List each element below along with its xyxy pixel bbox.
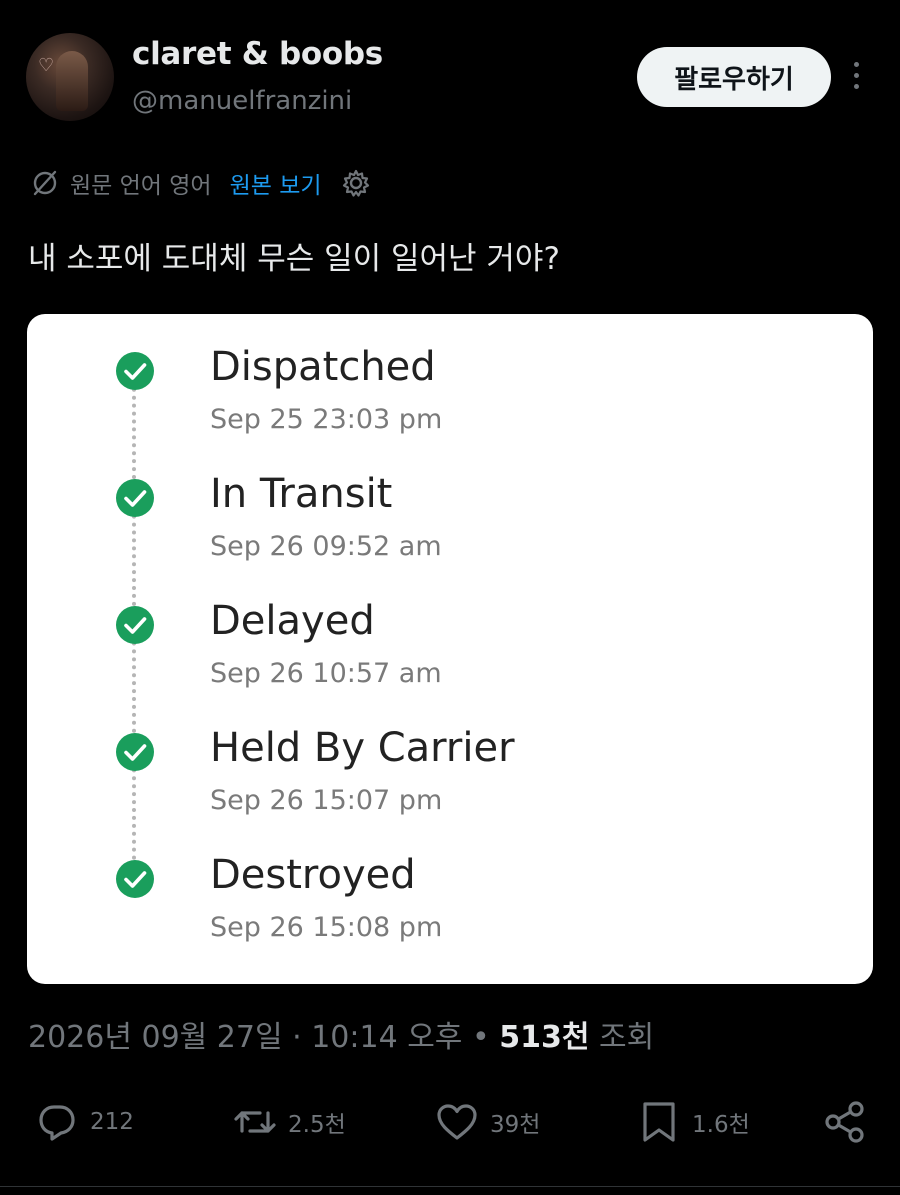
tracking-step: Dispatched Sep 25 23:03 pm	[27, 326, 873, 446]
views-label: 조회	[599, 1020, 655, 1055]
tweet-header: ♡ claret & boobs @manuelfranzini 팔로우하기	[0, 0, 900, 150]
translation-bar: 원문 언어 영어 원본 보기	[30, 163, 372, 203]
view-original-link[interactable]: 원본 보기	[230, 166, 322, 200]
meta-separator: •	[471, 1020, 490, 1055]
repost-count: 2.5천	[288, 1112, 346, 1138]
like-icon	[437, 1104, 477, 1140]
tweet-date[interactable]: 2026년 09월 27일	[28, 1020, 283, 1055]
repost-button[interactable]: 2.5천	[232, 1098, 346, 1146]
tracking-step: Delayed Sep 26 10:57 am	[27, 580, 873, 700]
share-icon	[825, 1101, 864, 1143]
step-status: Held By Carrier	[210, 725, 515, 771]
tweet-media-image[interactable]: Dispatched Sep 25 23:03 pm In Transit Se…	[27, 314, 873, 984]
bookmark-button[interactable]: 1.6천	[636, 1098, 750, 1146]
step-time: Sep 26 09:52 am	[210, 531, 442, 562]
reply-button[interactable]: 212	[34, 1098, 134, 1146]
check-icon	[116, 733, 154, 771]
check-icon	[116, 352, 154, 390]
check-icon	[116, 860, 154, 898]
meta-separator: ·	[292, 1020, 302, 1055]
avatar[interactable]: ♡	[26, 33, 114, 121]
tweet-text: 내 소포에 도대체 무슨 일이 일어난 거야?	[28, 241, 560, 277]
like-count: 39천	[490, 1112, 541, 1138]
tracking-step: In Transit Sep 26 09:52 am	[27, 453, 873, 573]
tweet-meta: 2026년 09월 27일 · 10:14 오후 • 513천 조회	[28, 1012, 654, 1056]
share-button[interactable]	[822, 1098, 868, 1146]
gear-icon[interactable]	[340, 167, 372, 199]
tracking-step: Held By Carrier Sep 26 15:07 pm	[27, 707, 873, 827]
step-time: Sep 26 15:08 pm	[210, 912, 443, 943]
step-time: Sep 25 23:03 pm	[210, 404, 443, 435]
globe-slash-icon	[33, 170, 57, 196]
follow-button[interactable]: 팔로우하기	[637, 47, 831, 107]
bookmark-count: 1.6천	[692, 1112, 750, 1138]
reply-icon	[39, 1105, 75, 1141]
like-button[interactable]: 39천	[434, 1098, 540, 1146]
more-icon[interactable]	[850, 62, 862, 94]
check-icon	[116, 479, 154, 517]
action-bar: 212 2.5천 39천 1.6천	[0, 1090, 900, 1154]
step-status: Dispatched	[210, 344, 436, 390]
step-time: Sep 26 15:07 pm	[210, 785, 443, 816]
check-icon	[116, 606, 154, 644]
original-language-label: 원문 언어 영어	[70, 173, 212, 199]
step-status: In Transit	[210, 471, 393, 517]
step-status: Destroyed	[210, 852, 416, 898]
tweet-time[interactable]: 10:14 오후	[311, 1020, 462, 1055]
step-status: Delayed	[210, 598, 375, 644]
tracking-step: Destroyed Sep 26 15:08 pm	[27, 834, 873, 954]
reply-count: 212	[90, 1109, 134, 1135]
divider	[0, 1186, 900, 1187]
user-handle[interactable]: @manuelfranzini	[132, 86, 352, 116]
repost-icon	[234, 1111, 276, 1133]
bookmark-icon	[643, 1102, 675, 1142]
views-count: 513천	[499, 1020, 590, 1055]
step-time: Sep 26 10:57 am	[210, 658, 442, 689]
display-name[interactable]: claret & boobs	[132, 36, 383, 72]
